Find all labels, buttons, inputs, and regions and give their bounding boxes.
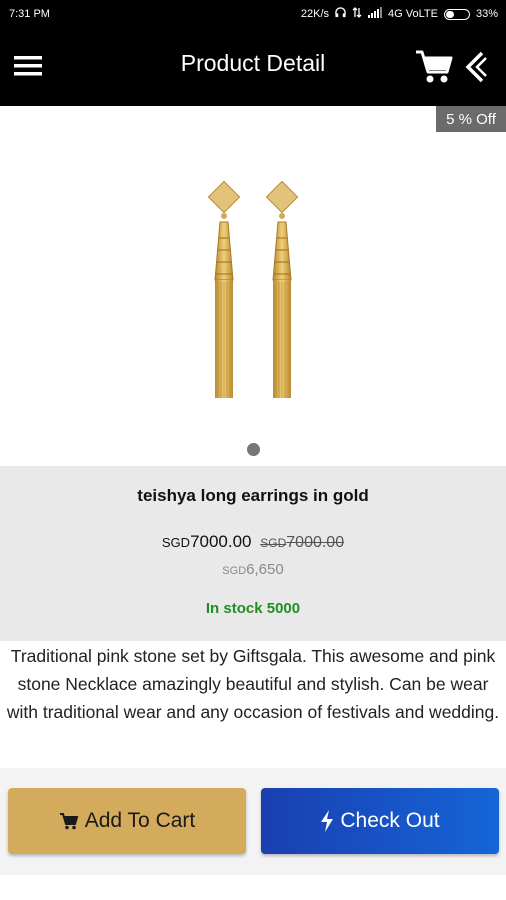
check-out-label: Check Out bbox=[340, 809, 440, 832]
battery-icon bbox=[443, 8, 470, 20]
add-to-cart-label: Add To Cart bbox=[84, 809, 196, 832]
status-icons: 22K/s 4G VoLTE 33% bbox=[301, 7, 498, 21]
headphones-icon bbox=[335, 7, 346, 21]
offer-price: SGD6,650 bbox=[0, 561, 506, 578]
add-to-cart-button[interactable]: Add To Cart bbox=[8, 788, 246, 854]
price: 7000.00 bbox=[190, 532, 252, 551]
product-info: teishya long earrings in gold SGD7000.00… bbox=[0, 466, 506, 641]
product-image[interactable] bbox=[183, 178, 323, 408]
product-name: teishya long earrings in gold bbox=[137, 486, 369, 505]
app-header: Product Detail bbox=[0, 28, 506, 106]
check-out-button[interactable]: Check Out bbox=[261, 788, 499, 854]
signal-icon bbox=[368, 7, 383, 21]
cart-icon[interactable] bbox=[414, 46, 454, 86]
back-icon[interactable] bbox=[462, 50, 488, 84]
earring-right bbox=[265, 180, 299, 398]
carrier-label: 4G VoLTE bbox=[388, 8, 438, 20]
cart-small-icon bbox=[59, 812, 79, 830]
stock-status: In stock 5000 bbox=[205, 600, 301, 617]
original-currency: SGD bbox=[260, 536, 287, 550]
action-bar: Add To Cart Check Out bbox=[0, 768, 506, 875]
product-description: Traditional pink stone set by Giftsgala.… bbox=[6, 646, 500, 722]
status-time: 7:31 PM bbox=[9, 8, 50, 20]
original-price-value: 7000.00 bbox=[286, 534, 345, 551]
offer-currency: SGD bbox=[222, 565, 247, 577]
discount-badge: 5 % Off bbox=[436, 106, 506, 132]
status-bar: 7:31 PM 22K/s 4G VoLTE 33% bbox=[0, 0, 506, 28]
price-currency: SGD bbox=[161, 535, 191, 550]
data-arrows-icon bbox=[352, 7, 362, 21]
carousel-indicator[interactable] bbox=[247, 443, 260, 456]
lightning-icon bbox=[320, 810, 334, 832]
price-row: SGD7000.00 SGD7000.00 bbox=[0, 532, 506, 552]
battery-percent: 33% bbox=[475, 8, 498, 20]
earring-left bbox=[207, 180, 241, 398]
network-speed: 22K/s bbox=[300, 8, 330, 20]
offer-price-value: 6,650 bbox=[246, 561, 284, 578]
original-price: SGD7000.00 bbox=[260, 534, 344, 551]
